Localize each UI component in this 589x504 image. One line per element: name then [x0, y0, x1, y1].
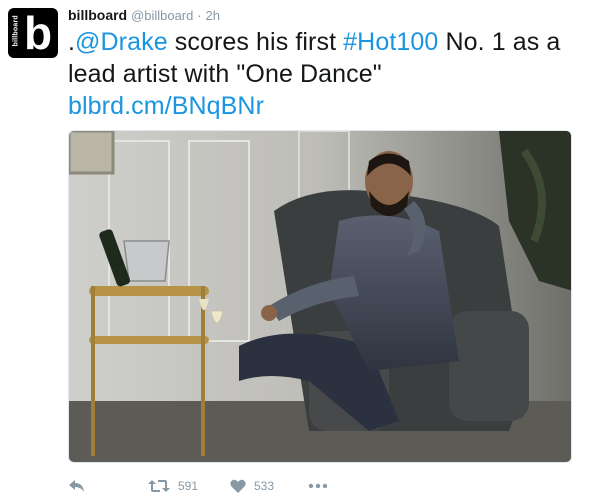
tweet-timestamp[interactable]: 2h	[205, 8, 219, 23]
like-button[interactable]: 533	[230, 474, 274, 498]
avatar-wordmark: billboard	[12, 15, 20, 47]
heart-icon	[230, 479, 246, 493]
tweet-text: .@Drake scores his first #Hot100 No. 1 a…	[68, 26, 576, 122]
tweet-text-leading-period: .	[68, 28, 76, 56]
mention-link[interactable]: @Drake	[75, 28, 168, 56]
avatar-letter: b	[24, 8, 53, 58]
display-name[interactable]: billboard	[68, 7, 127, 23]
tweet-header: billboard @billboard · 2h	[68, 6, 220, 25]
reply-icon	[69, 480, 84, 492]
more-options-button[interactable]	[308, 474, 328, 498]
user-handle[interactable]: @billboard	[131, 8, 193, 23]
retweet-button[interactable]: 591	[148, 474, 198, 498]
separator-dot: ·	[197, 8, 202, 23]
reply-button[interactable]	[68, 474, 86, 498]
url-link[interactable]: blbrd.cm/BNqBNr	[68, 92, 264, 120]
retweet-icon	[148, 480, 170, 492]
more-dots-icon	[308, 483, 328, 489]
hashtag-link[interactable]: #Hot100	[343, 28, 438, 56]
photo-illustration	[69, 131, 571, 462]
tweet-actions: 591 533	[68, 474, 568, 498]
retweet-count: 591	[178, 479, 199, 493]
avatar[interactable]: billboard b	[8, 8, 58, 58]
tweet-photo[interactable]	[68, 130, 572, 463]
tweet-text-part: scores his first	[167, 28, 344, 56]
tweet-card: billboard b billboard @billboard · 2h .@…	[0, 0, 589, 504]
like-count: 533	[254, 479, 275, 493]
